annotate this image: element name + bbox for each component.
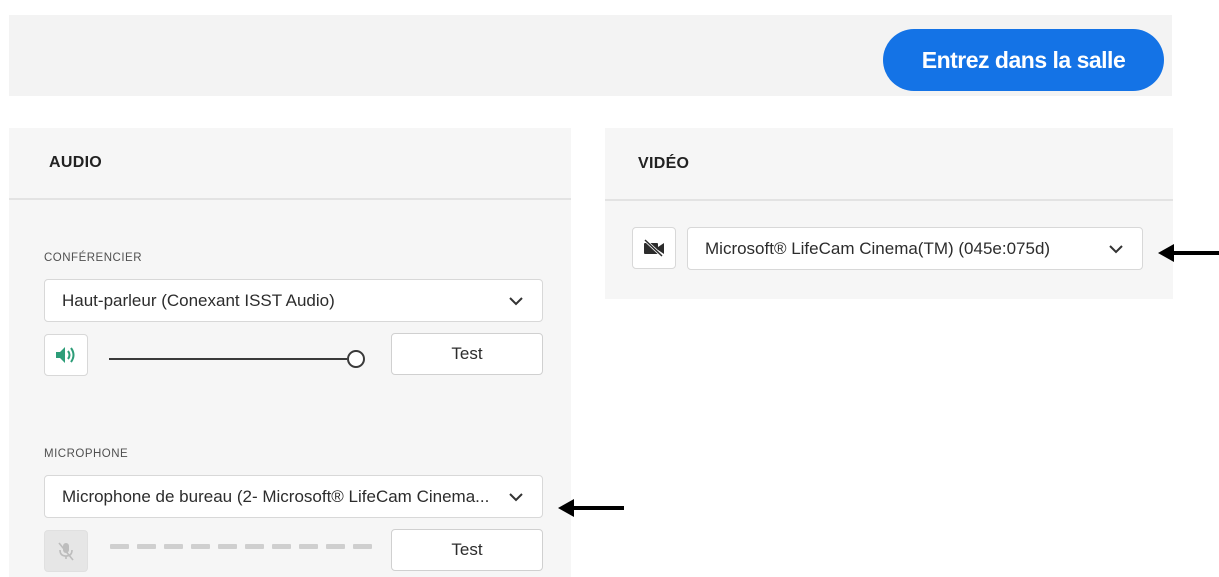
speaker-test-icon-button[interactable] [44, 334, 88, 376]
speaker-volume-slider-knob[interactable] [347, 350, 365, 368]
microphone-mute-button[interactable] [44, 530, 88, 572]
speaker-select-value: Haut-parleur (Conexant ISST Audio) [62, 290, 335, 310]
speaker-volume-icon [56, 347, 75, 363]
speaker-volume-slider-track[interactable] [109, 358, 347, 360]
video-panel-title: VIDÉO [605, 128, 1173, 201]
video-panel: VIDÉO Microsoft® LifeCam Cinema(TM) (045… [605, 128, 1173, 299]
microphone-off-icon [58, 542, 74, 561]
camera-off-icon [643, 239, 664, 257]
microphone-select-value: Microphone de bureau (2- Microsoft® Life… [62, 486, 490, 506]
chevron-down-icon [1109, 244, 1123, 253]
microphone-level-meter [110, 544, 372, 549]
speaker-section-label: CONFÉRENCIER [44, 252, 143, 264]
chevron-down-icon [509, 492, 523, 501]
camera-toggle-button[interactable] [632, 227, 676, 269]
camera-select-value: Microsoft® LifeCam Cinema(TM) (045e:075d… [705, 238, 1051, 258]
chevron-down-icon [509, 296, 523, 305]
annotation-arrow-left-icon [1158, 244, 1219, 262]
microphone-section-label: MICROPHONE [44, 448, 129, 460]
speaker-select[interactable]: Haut-parleur (Conexant ISST Audio) [44, 279, 543, 322]
camera-select[interactable]: Microsoft® LifeCam Cinema(TM) (045e:075d… [687, 227, 1143, 270]
audio-panel-title: AUDIO [9, 128, 571, 200]
microphone-select[interactable]: Microphone de bureau (2- Microsoft® Life… [44, 475, 543, 518]
speaker-test-button[interactable]: Test [391, 333, 543, 375]
microphone-test-button[interactable]: Test [391, 529, 543, 571]
top-bar: Entrez dans la salle [9, 15, 1172, 96]
annotation-arrow-left-icon [558, 499, 624, 517]
audio-panel: AUDIO CONFÉRENCIER Haut-parleur (Conexan… [9, 128, 571, 577]
enter-room-button[interactable]: Entrez dans la salle [883, 29, 1164, 91]
